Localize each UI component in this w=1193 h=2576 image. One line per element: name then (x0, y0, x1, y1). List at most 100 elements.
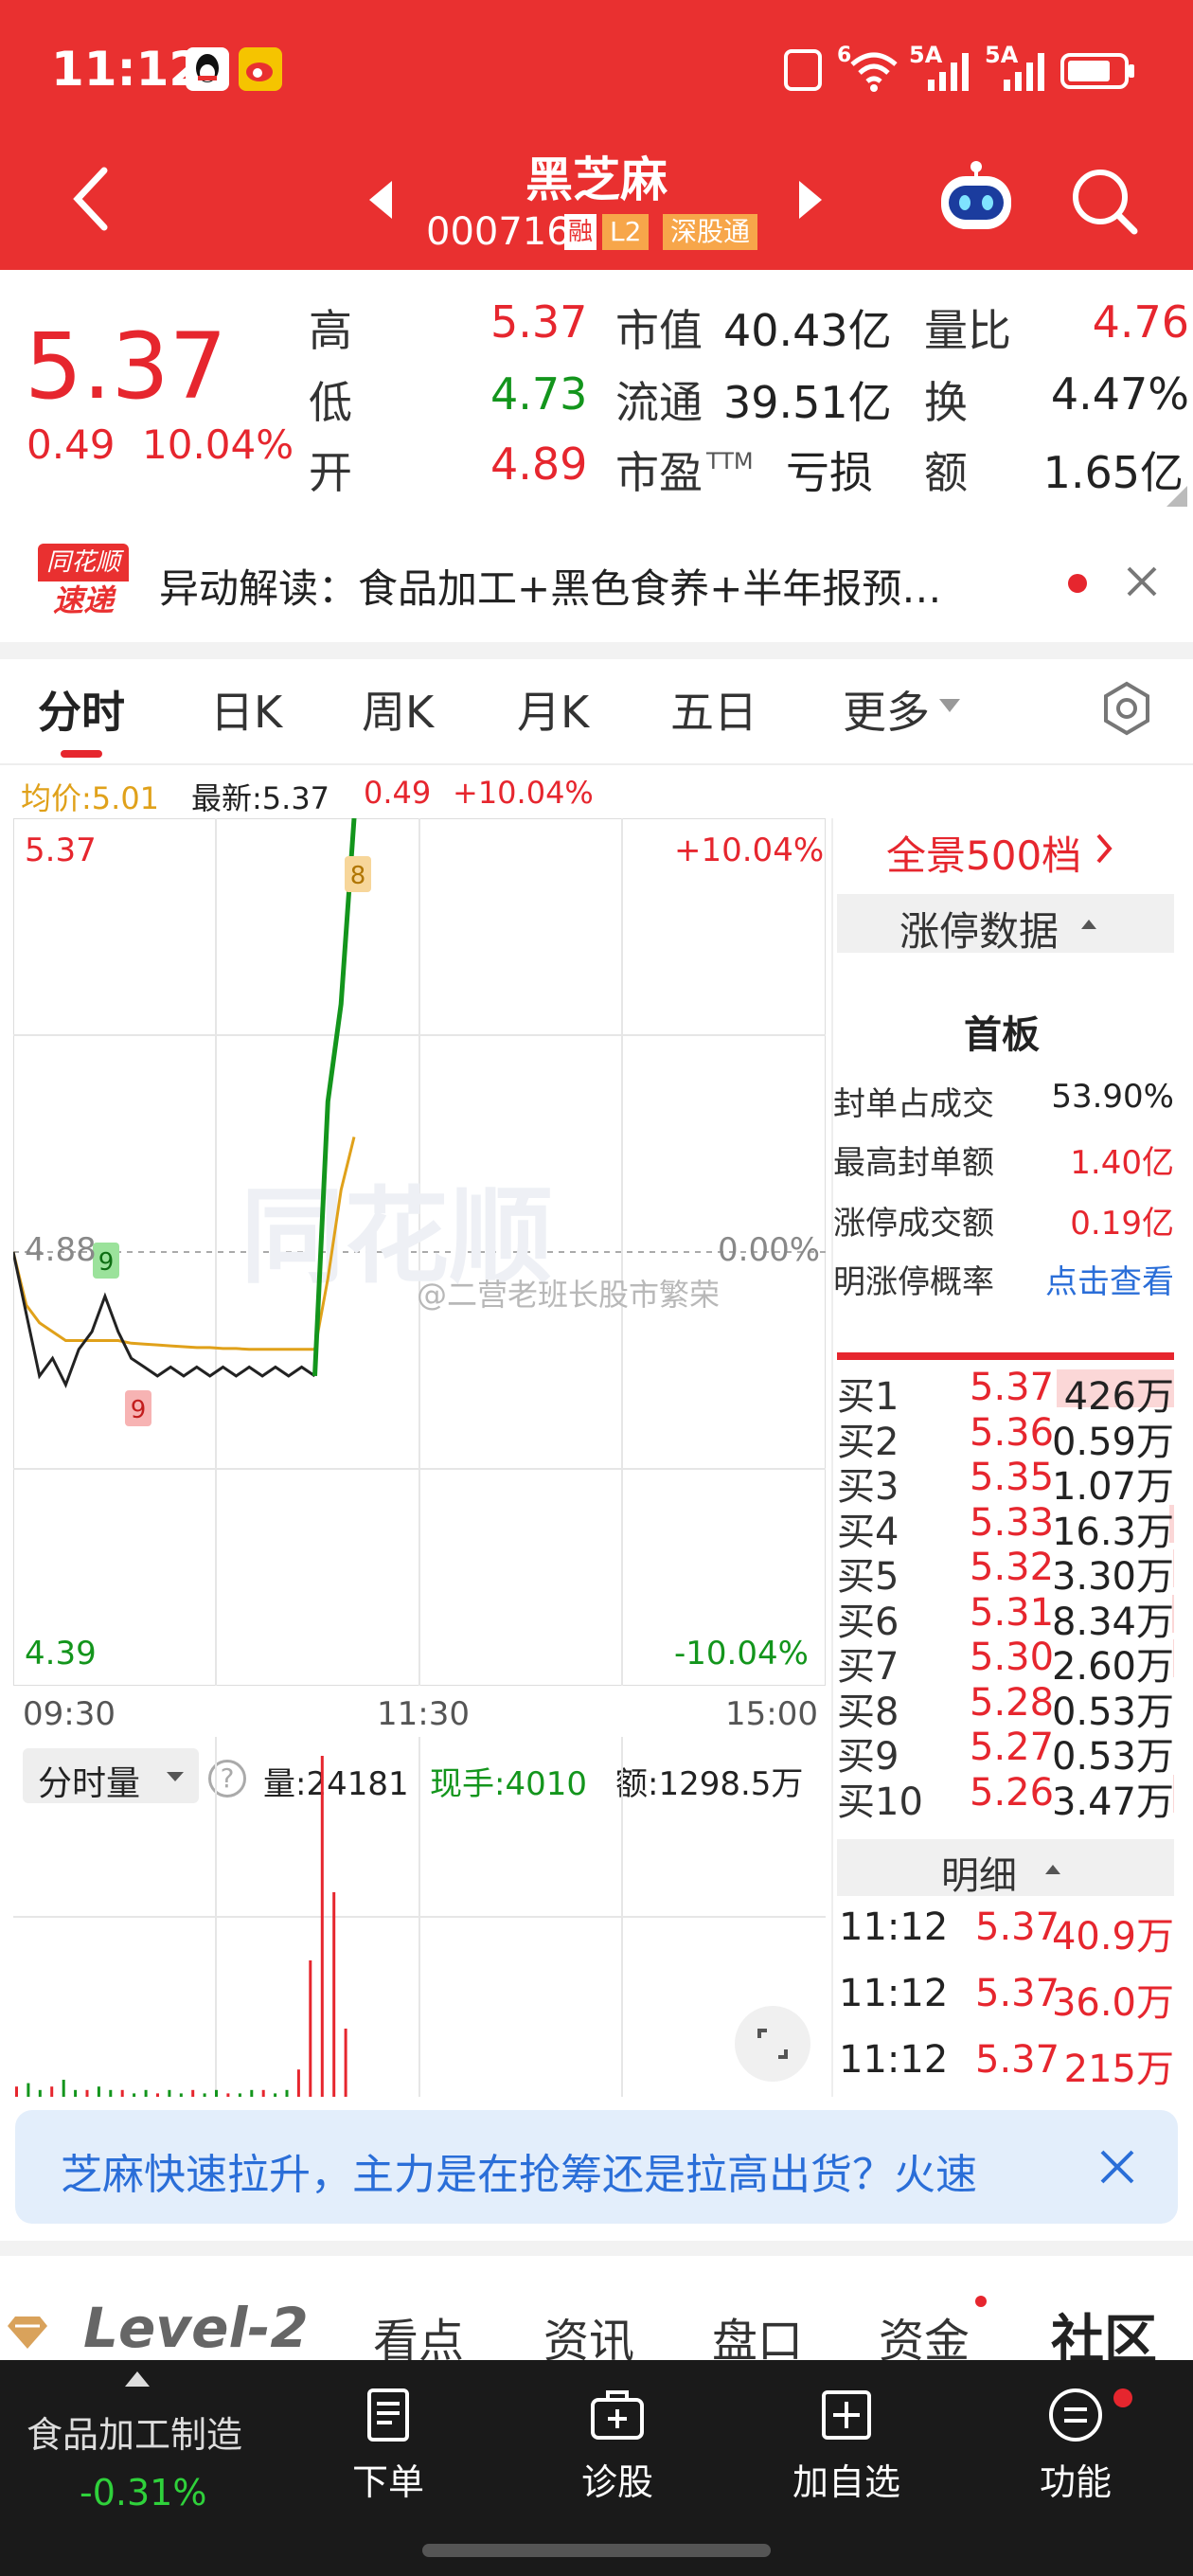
bid-row[interactable]: 买4 5.33 16.3万 (837, 1500, 1174, 1554)
volume-bar (120, 2089, 124, 2097)
volume-bar (274, 2093, 277, 2097)
divider (0, 763, 1193, 765)
bid-row[interactable]: 买9 5.27 0.53万 (837, 1726, 1174, 1779)
chevron-right-icon (1095, 832, 1113, 869)
bid-price: 5.36 (970, 1410, 1055, 1455)
detail-title: 明细 (941, 1854, 1017, 1898)
tab-weekly-k[interactable]: 周K (362, 678, 434, 741)
settings-icon[interactable] (1098, 680, 1155, 741)
news-ticker[interactable]: 同花顺 速递 异动解读：食品加工+黑色食养+半年报预… (0, 521, 1193, 644)
axis-mid-price: 4.88 (25, 1231, 97, 1269)
volume-bar (85, 2089, 89, 2097)
order-nav-button[interactable]: 下单 (322, 2387, 454, 2505)
news-text[interactable]: 异动解读：食品加工+黑色食养+半年报预… (159, 557, 941, 615)
volume-bar (62, 2080, 65, 2097)
axis-top-price: 5.37 (25, 832, 97, 869)
bid-price: 5.28 (970, 1680, 1055, 1725)
expand-corner-icon[interactable] (1166, 486, 1187, 510)
nfc-icon (784, 49, 822, 91)
tab-five-day[interactable]: 五日 (670, 678, 757, 741)
time-mid: 11:30 (377, 1695, 470, 1733)
chevron-up-icon (1043, 1862, 1062, 1880)
trade-qty: 40.9万 (1051, 1915, 1174, 1959)
robot-assistant-icon[interactable] (934, 157, 1019, 246)
volume-bar (332, 1892, 336, 2097)
tab-intraday[interactable]: 分时 (38, 678, 125, 741)
l2-badge: L2 (602, 214, 650, 250)
sell-signal-label: 9 (131, 1396, 147, 1424)
bid-price: 5.31 (970, 1590, 1055, 1635)
divider (0, 642, 1193, 659)
volratio-value: 4.76 (1092, 296, 1189, 348)
limit-data-header[interactable]: 涨停数据 (837, 894, 1174, 955)
add-watchlist-nav-button[interactable]: 加自选 (780, 2387, 913, 2505)
limit-row[interactable]: 明涨停概率 点击查看 (833, 1256, 1174, 1302)
mcap-value: 40.43亿 (723, 305, 892, 356)
bid-price: 5.26 (970, 1770, 1055, 1815)
volume-bar (179, 2093, 183, 2097)
bid-row[interactable]: 买3 5.35 1.07万 (837, 1456, 1174, 1509)
status-time: 11:12 (51, 42, 203, 97)
order-nav-label: 下单 (351, 2461, 424, 2503)
mcap-label: 市值 (615, 305, 703, 356)
trade-price: 5.37 (975, 1905, 1060, 1949)
tab-monthly-k[interactable]: 月K (517, 678, 589, 741)
volume-bar (296, 2069, 300, 2097)
time-end: 15:00 (725, 1695, 818, 1733)
bid-row[interactable]: 买10 5.26 3.47万 (837, 1770, 1174, 1824)
chevron-up-icon (123, 2368, 151, 2392)
tab-daily-k[interactable]: 日K (210, 678, 282, 741)
high-label: 高 (309, 305, 352, 356)
banner-close-icon[interactable] (1095, 2144, 1140, 2193)
close-icon[interactable] (1123, 563, 1161, 604)
search-icon[interactable] (1066, 163, 1142, 242)
view-probability-link[interactable]: 点击查看 (1045, 1256, 1174, 1302)
detail-header[interactable]: 明细 (837, 1839, 1174, 1898)
open-label: 开 (309, 447, 352, 498)
next-stock-icon[interactable] (792, 176, 829, 227)
diagnose-nav-button[interactable]: 诊股 (551, 2387, 684, 2505)
bid-row[interactable]: 买2 5.36 0.59万 (837, 1410, 1174, 1464)
weibo-icon (239, 47, 282, 91)
limit-row-label: 最高封单额 (833, 1144, 994, 1182)
tab-level2[interactable]: Level-2 (83, 2296, 309, 2360)
bid-row[interactable]: 买5 5.32 3.30万 (837, 1546, 1174, 1599)
volume-chart (13, 1737, 826, 2097)
signal1-icon (915, 51, 971, 95)
sector-name[interactable]: 食品加工制造 (27, 2406, 242, 2458)
volume-bar (309, 1960, 312, 2097)
bid-price: 5.35 (970, 1456, 1055, 1499)
limit-row-value: 53.90% (1051, 1078, 1174, 1116)
bid-row[interactable]: 买8 5.28 0.53万 (837, 1680, 1174, 1734)
volume-bar (38, 2089, 42, 2097)
bid-row[interactable]: 买1 5.37 426万 (837, 1366, 1174, 1419)
divider (831, 818, 833, 2097)
price-chart[interactable]: 同花顺 9 9 8 (13, 818, 826, 1686)
price-change-pct: 10.04% (142, 421, 294, 468)
limit-row-label: 明涨停概率 (833, 1263, 994, 1301)
limit-row: 封单占成交 53.90% (833, 1078, 1174, 1124)
sgt-badge: 深股通 (663, 214, 758, 250)
trade-time: 11:12 (839, 2038, 949, 2082)
pe-label: 市盈 (615, 447, 703, 498)
chg-pct-info: +10.04% (453, 775, 594, 811)
bid-row[interactable]: 买6 5.31 8.34万 (837, 1590, 1174, 1644)
amount-label: 额 (924, 447, 968, 498)
home-indicator (422, 2544, 771, 2557)
tab-more[interactable]: 更多 (843, 678, 930, 741)
volume-bar (50, 2086, 54, 2097)
signal2-icon (990, 51, 1047, 95)
bid-row[interactable]: 买7 5.30 2.60万 (837, 1636, 1174, 1689)
low-label: 低 (309, 377, 352, 428)
bid-price: 5.33 (970, 1500, 1055, 1545)
limit-data-title: 涨停数据 (899, 908, 1059, 955)
axis-top-pct: +10.04% (674, 832, 825, 869)
fullscreen-icon[interactable] (735, 2006, 810, 2082)
amount-value: 1.65亿 (1042, 447, 1184, 498)
volume-bar (215, 2089, 218, 2097)
turnover-label: 换 (924, 377, 968, 428)
full-depth-link[interactable]: 全景500档 (886, 824, 1081, 882)
board-label: 首板 (964, 1013, 1040, 1057)
ai-banner[interactable]: 芝麻快速拉升，主力是在抢筹还是拉高出货？火速 (15, 2110, 1178, 2224)
price-change: 0.49 (27, 421, 116, 468)
